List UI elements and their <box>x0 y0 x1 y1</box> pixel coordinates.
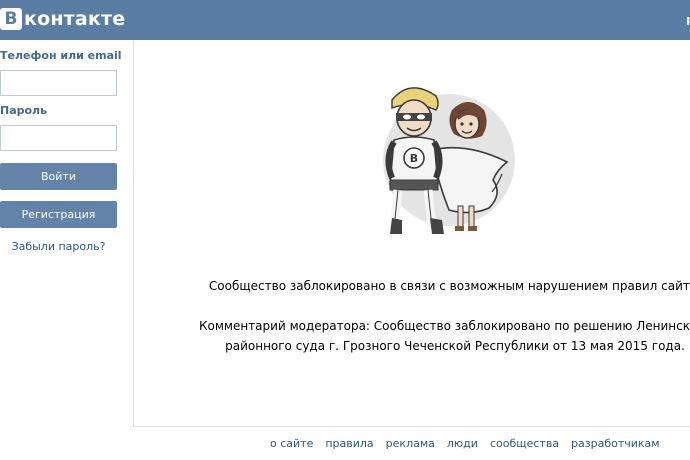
footer-link-ads[interactable]: реклама <box>386 437 435 450</box>
svg-text:B: B <box>410 152 418 165</box>
footer-link-communities[interactable]: сообщества <box>490 437 559 450</box>
moderator-comment: Комментарий модератора: Сообщество забло… <box>199 319 690 353</box>
password-label: Пароль <box>0 104 48 117</box>
top-bar: B контакте р <box>0 0 690 40</box>
footer-links: о сайте правила реклама люди сообщества … <box>270 437 660 450</box>
main-content: B Сообщество заблокировано в связи с воз… <box>133 40 690 427</box>
logo-text: контакте <box>24 8 126 30</box>
login-button[interactable]: Войти <box>0 163 117 190</box>
footer-link-rules[interactable]: правила <box>325 437 373 450</box>
footer-link-people[interactable]: люди <box>447 437 478 450</box>
logo-letter: B <box>0 8 22 30</box>
footer-link-developers[interactable]: разработчикам <box>571 437 660 450</box>
login-label: Телефон или email <box>0 49 122 62</box>
login-input[interactable] <box>0 70 117 96</box>
register-button[interactable]: Регистрация <box>0 201 117 228</box>
footer-link-about[interactable]: о сайте <box>270 437 313 450</box>
top-right-link[interactable]: р <box>686 13 690 26</box>
vk-logo[interactable]: B контакте <box>0 7 125 31</box>
forgot-password-link[interactable]: Забыли пароль? <box>0 240 117 253</box>
superhero-couple-illustration: B <box>374 80 524 240</box>
password-input[interactable] <box>0 125 117 151</box>
blocked-message: Сообщество заблокировано в связи с возмо… <box>208 279 690 293</box>
login-sidebar: Телефон или email Пароль Войти Регистрац… <box>0 40 132 420</box>
